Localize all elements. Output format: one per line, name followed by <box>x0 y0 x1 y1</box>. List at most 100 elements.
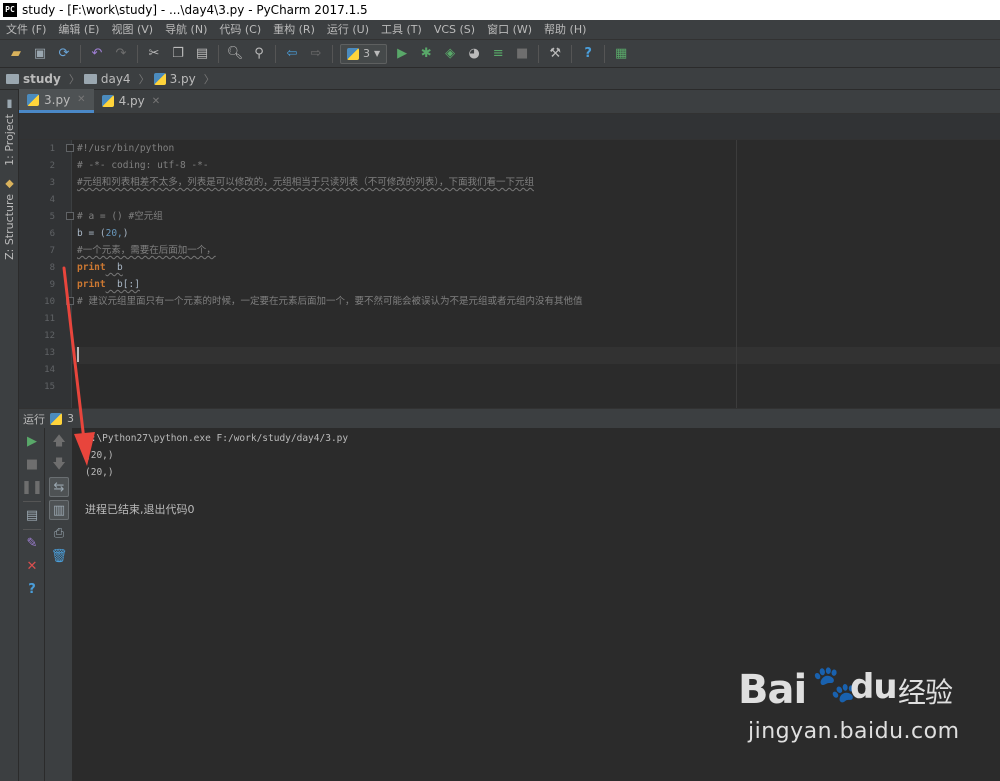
menu-tools[interactable]: 工具 (T) <box>375 20 428 40</box>
code-editor[interactable]: 1 2 3 4 5 6 7 8 9 10 11 12 13 14 15 #!/u… <box>19 140 1000 408</box>
text-caret <box>77 347 79 362</box>
python-file-icon <box>153 72 166 85</box>
console-exit-message: 进程已结束,退出代码0 <box>85 503 195 516</box>
redo-icon[interactable]: ↷ <box>110 43 132 65</box>
stop-icon[interactable]: ■ <box>511 43 533 65</box>
project-tool-label: 1: Project <box>3 114 16 166</box>
trash-icon[interactable]: 🗑 <box>49 546 69 566</box>
run-panel-label: 运行 <box>23 412 45 426</box>
menu-navigate[interactable]: 导航 (N) <box>159 20 213 40</box>
breadcrumb-separator-icon: 〉 <box>68 72 80 86</box>
console-output-line: (20,) <box>85 450 114 461</box>
python-file-icon <box>347 47 359 60</box>
toolbar-separator <box>332 44 333 63</box>
concurrency-diagram-icon[interactable]: ≡ <box>487 43 509 65</box>
rerun-icon[interactable]: ▶ <box>22 431 42 451</box>
code-token-comment: #空元组 <box>128 211 163 222</box>
fold-marker-icon[interactable] <box>66 297 74 305</box>
run-panel-header: 运行 3 <box>19 408 1000 428</box>
code-token-text: b = ( <box>77 228 106 239</box>
breadcrumb-project-label: study <box>23 71 61 86</box>
editor-tab-label: 4.py <box>118 94 145 108</box>
line-number: 8 <box>49 263 55 273</box>
cut-icon[interactable]: ✂ <box>143 43 165 65</box>
python-file-icon <box>50 412 62 425</box>
close-icon[interactable]: ✕ <box>77 94 85 105</box>
paste-icon[interactable]: ▤ <box>191 43 213 65</box>
soft-wrap-icon[interactable]: ⇆ <box>49 477 69 497</box>
line-number: 7 <box>49 246 55 256</box>
find-icon[interactable]: 🔍︎ <box>224 43 246 65</box>
fold-marker-icon[interactable] <box>66 144 74 152</box>
print-icon[interactable]: ⎙ <box>49 523 69 543</box>
toolbar-separator <box>23 501 41 502</box>
code-line-1: #!/usr/bin/python <box>77 143 175 154</box>
breadcrumb-folder[interactable]: day4 <box>83 72 135 86</box>
scroll-to-end-icon[interactable]: ▥ <box>49 500 69 520</box>
pause-icon[interactable]: ❚❚ <box>21 477 43 497</box>
save-all-icon[interactable]: ▣ <box>29 43 51 65</box>
breadcrumb-file[interactable]: 3.py <box>153 71 200 86</box>
pin-icon[interactable]: ✎ <box>22 533 42 553</box>
python-console-icon[interactable]: ▦ <box>610 43 632 65</box>
editor-tab-4py[interactable]: 4.py ✕ <box>94 89 169 113</box>
menu-refactor[interactable]: 重构 (R) <box>267 20 321 40</box>
menu-view[interactable]: 视图 (V) <box>105 20 159 40</box>
folder-icon <box>6 73 19 84</box>
menu-file[interactable]: 文件 (F) <box>0 20 52 40</box>
run-config-name[interactable]: 3 <box>67 412 74 425</box>
code-token-keyword: print <box>77 262 106 273</box>
line-number: 6 <box>49 229 55 239</box>
editor-tab-3py[interactable]: 3.py ✕ <box>19 89 94 113</box>
profile-icon[interactable]: ◕ <box>463 43 485 65</box>
code-line-5: # a = () #空元组 <box>77 208 163 225</box>
structure-tool-tab[interactable]: Z: Structure ◆ <box>2 178 17 260</box>
synchronize-icon[interactable]: ⟳ <box>53 43 75 65</box>
copy-icon[interactable]: ❐ <box>167 43 189 65</box>
forward-icon[interactable]: ⇨ <box>305 43 327 65</box>
back-icon[interactable]: ⇦ <box>281 43 303 65</box>
code-token-number: 20, <box>105 228 123 239</box>
toolbar-separator <box>604 44 606 63</box>
close-icon[interactable]: ✕ <box>152 96 160 107</box>
run-with-coverage-icon[interactable]: ◈ <box>439 43 461 65</box>
chevron-down-icon: ▼ <box>374 49 381 58</box>
undo-icon[interactable]: ↶ <box>86 43 108 65</box>
open-folder-icon[interactable]: ▰ <box>5 43 27 65</box>
line-number: 9 <box>49 280 55 290</box>
menu-code[interactable]: 代码 (C) <box>213 20 267 40</box>
fold-marker-icon[interactable] <box>66 212 74 220</box>
menu-window[interactable]: 窗口 (W) <box>481 20 538 40</box>
replace-icon[interactable]: ⚲ <box>248 43 270 65</box>
down-arrow-icon[interactable]: 🡇 <box>49 454 69 474</box>
help-icon[interactable]: ? <box>22 579 42 599</box>
up-arrow-icon[interactable]: 🡅 <box>49 431 69 451</box>
menu-vcs[interactable]: VCS (S) <box>428 20 481 40</box>
code-line-6: b = (20,) <box>77 225 129 242</box>
run-configuration-select[interactable]: 3 ▼ <box>340 43 388 64</box>
line-number: 13 <box>44 348 55 358</box>
menu-help[interactable]: 帮助 (H) <box>538 20 592 40</box>
settings-wrench-icon[interactable]: ⚒ <box>544 43 566 65</box>
breadcrumb-project[interactable]: study <box>6 72 65 86</box>
window-title: study - [F:\work\study] - ...\day4\3.py … <box>22 3 368 17</box>
run-icon[interactable]: ▶ <box>391 43 413 65</box>
help-icon[interactable]: ? <box>577 43 599 65</box>
code-line-9: print b[:] <box>77 276 140 293</box>
console-output-line: (20,) <box>85 467 114 478</box>
breadcrumb-file-label: 3.py <box>169 71 196 86</box>
menu-edit[interactable]: 编辑 (E) <box>52 20 105 40</box>
debug-icon[interactable]: ✱ <box>415 43 437 65</box>
line-number: 4 <box>49 195 55 205</box>
close-icon[interactable]: ✕ <box>22 556 42 576</box>
current-line-highlight <box>72 347 1000 364</box>
line-number: 5 <box>49 212 55 222</box>
code-line-2: # -*- coding: utf-8 -*- <box>77 160 209 171</box>
stop-icon[interactable]: ■ <box>22 454 42 474</box>
project-tool-tab[interactable]: 1: Project ▮ <box>2 98 17 166</box>
structure-icon: ◆ <box>3 178 16 191</box>
menu-run[interactable]: 运行 (U) <box>321 20 375 40</box>
layout-icon[interactable]: ▤ <box>22 505 42 525</box>
toolbar-separator <box>538 44 540 63</box>
code-token-keyword: print <box>77 279 106 290</box>
